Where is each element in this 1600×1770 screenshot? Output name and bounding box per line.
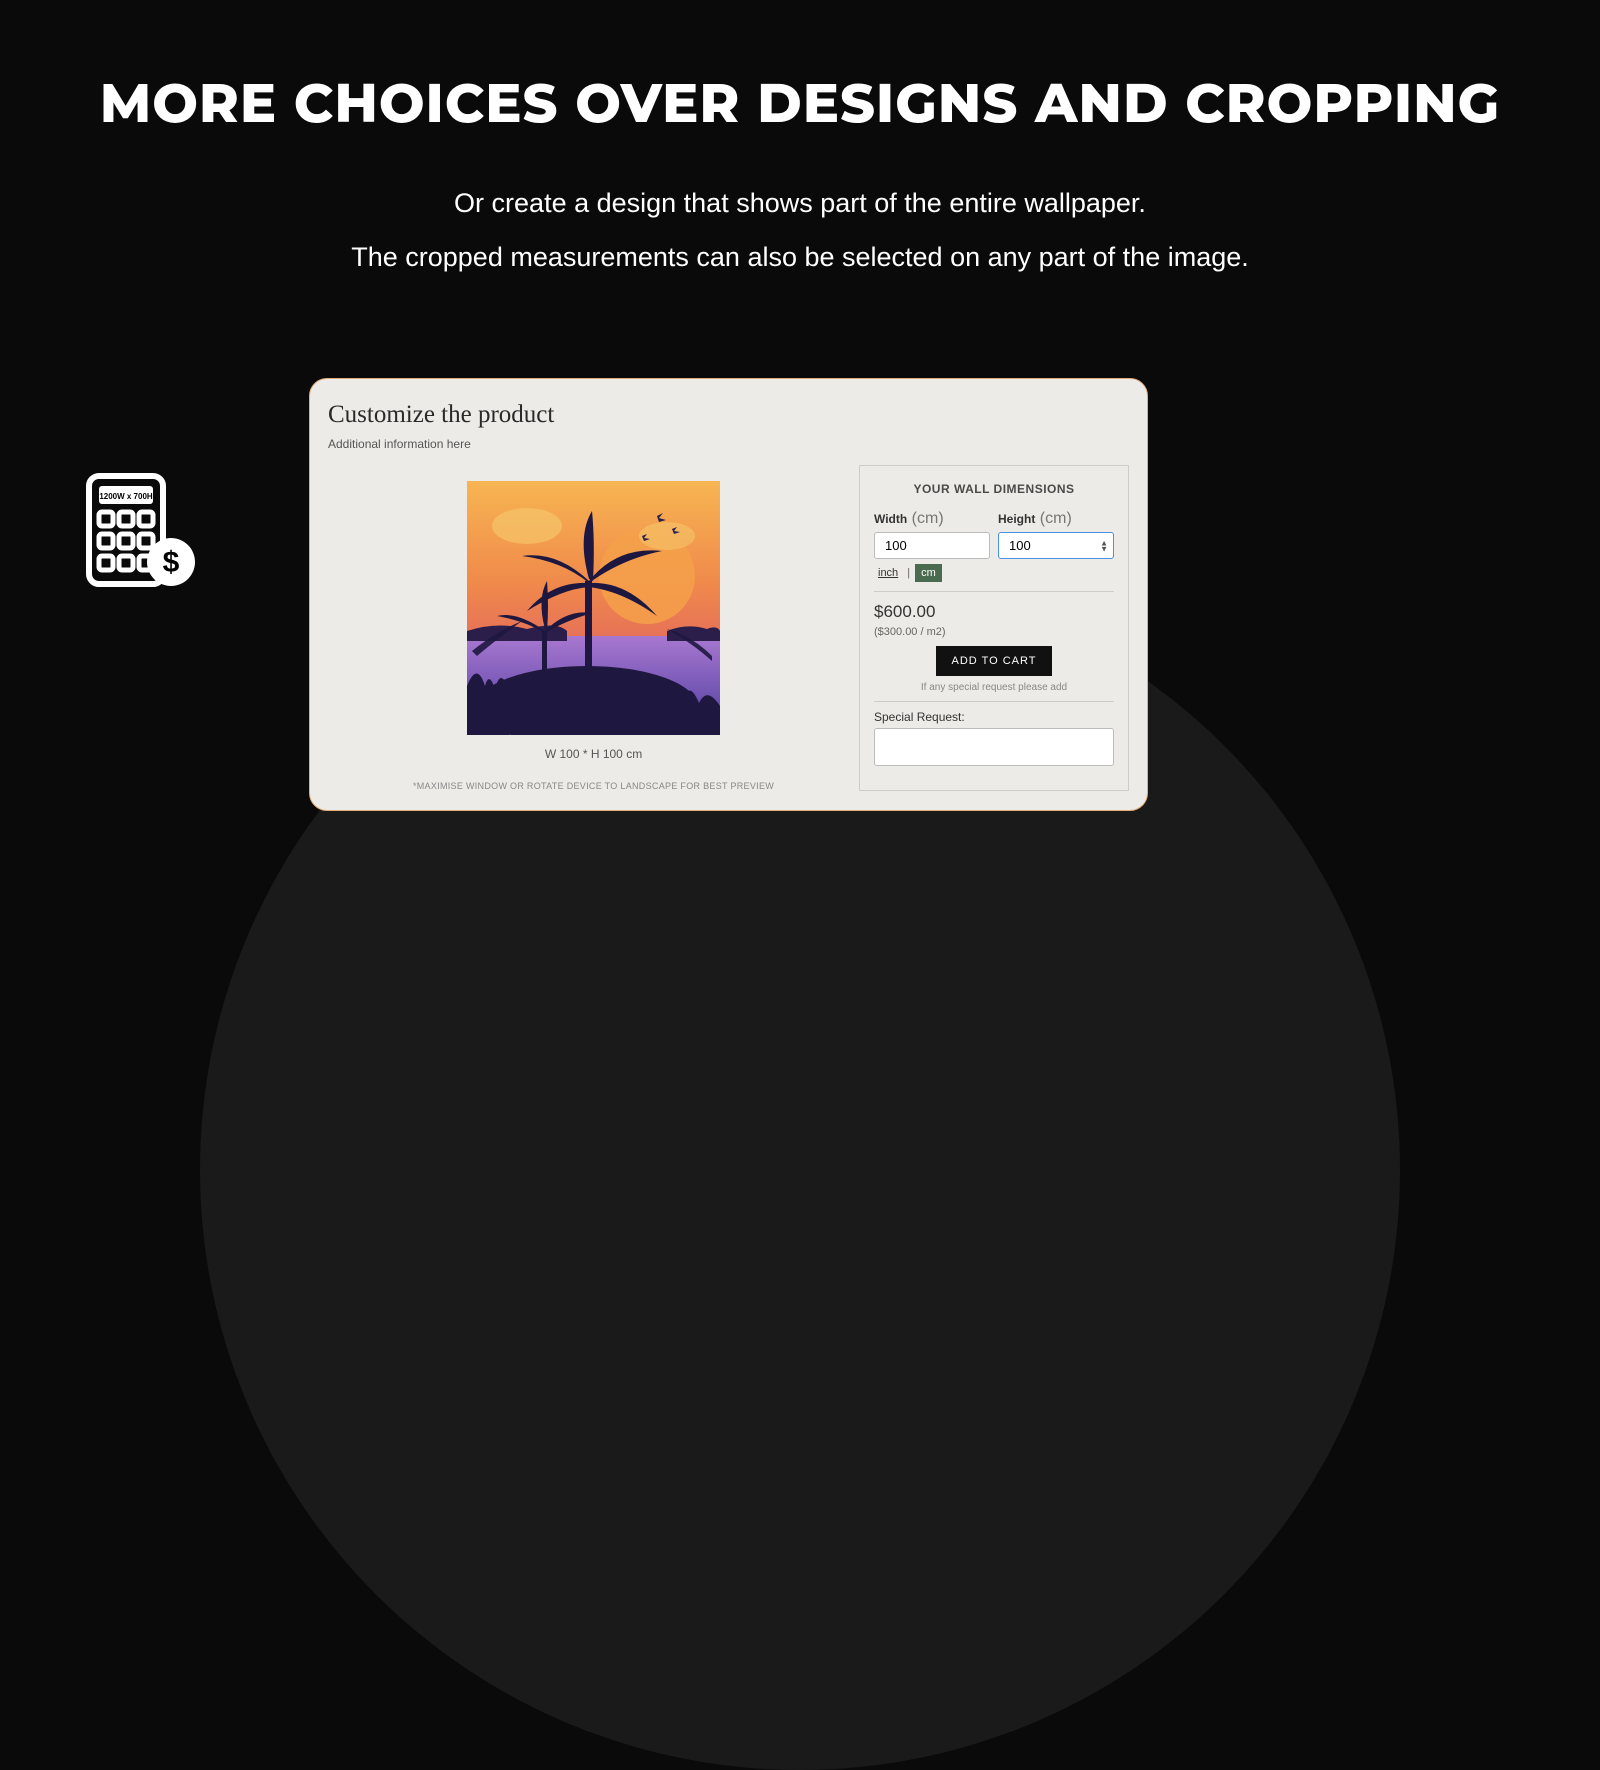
config-panel: YOUR WALL DIMENSIONS Width (cm) Height (… xyxy=(859,465,1129,791)
request-note: If any special request please add xyxy=(874,682,1114,693)
special-request-textarea[interactable] xyxy=(874,728,1114,766)
add-to-cart-button[interactable]: ADD TO CART xyxy=(936,646,1053,676)
unit-separator: | xyxy=(907,567,910,579)
unit-cm-toggle[interactable]: cm xyxy=(915,564,942,582)
stepper-arrows-icon[interactable]: ▲▼ xyxy=(1100,540,1108,552)
height-input[interactable] xyxy=(998,532,1114,559)
height-label: Height xyxy=(998,512,1035,526)
panel-subtitle: Additional information here xyxy=(328,437,1129,451)
panel-title: Customize the product xyxy=(328,401,1129,429)
wallpaper-preview[interactable] xyxy=(467,481,720,735)
height-unit: (cm) xyxy=(1040,510,1072,527)
unit-inch-toggle[interactable]: inch xyxy=(874,565,902,581)
maximize-note: *MAXIMISE WINDOW OR ROTATE DEVICE TO LAN… xyxy=(413,781,774,791)
preview-dimensions-label: W 100 * H 100 cm xyxy=(545,747,642,761)
calculator-dollar-icon: 1200W x 700H $ xyxy=(85,472,197,593)
customize-panel: Customize the product Additional informa… xyxy=(309,378,1148,811)
calc-badge-text: 1200W x 700H xyxy=(99,492,153,501)
width-input[interactable] xyxy=(874,532,990,559)
width-label: Width xyxy=(874,512,907,526)
price-per-unit: ($300.00 / m2) xyxy=(874,626,1114,638)
subtext-line-1: Or create a design that shows part of th… xyxy=(0,176,1600,230)
special-request-label: Special Request: xyxy=(874,710,1114,724)
page-heading: MORE CHOICES OVER DESIGNS AND CROPPING xyxy=(0,70,1600,136)
width-unit: (cm) xyxy=(912,510,944,527)
config-header: YOUR WALL DIMENSIONS xyxy=(874,476,1114,510)
svg-text:$: $ xyxy=(163,546,180,579)
price-value: $600.00 xyxy=(874,602,1114,622)
subtext-line-2: The cropped measurements can also be sel… xyxy=(0,230,1600,284)
